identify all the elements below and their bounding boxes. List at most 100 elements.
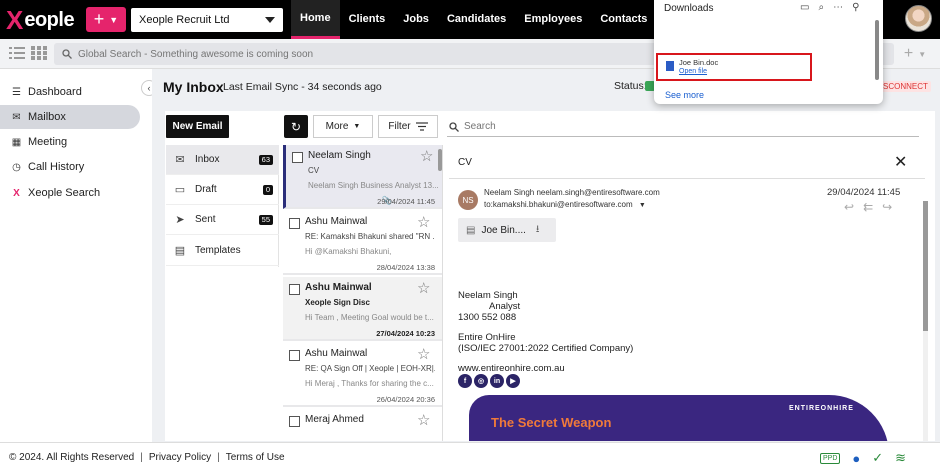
message-from: Ashu Mainwal bbox=[305, 348, 368, 359]
see-more-link[interactable]: See more bbox=[665, 90, 704, 100]
search-icon[interactable]: ⌕ bbox=[818, 2, 824, 13]
caret-down-icon[interactable]: ▼ bbox=[639, 202, 646, 209]
footer-icons: PPD ● ✓ ≋ bbox=[820, 450, 906, 466]
nav-candidates[interactable]: Candidates bbox=[438, 0, 515, 39]
refresh-icon: ↻ bbox=[290, 119, 302, 134]
message-checkbox[interactable] bbox=[289, 416, 300, 427]
forward-icon[interactable]: ↪ bbox=[882, 200, 892, 214]
downloads-scrollbar[interactable] bbox=[875, 20, 879, 80]
message-from: Neelam Singh bbox=[308, 150, 371, 161]
star-icon[interactable]: ☆ bbox=[420, 147, 433, 165]
sidebar-item-dashboard[interactable]: ☰ Dashboard bbox=[0, 80, 140, 104]
list-view-icon[interactable] bbox=[9, 46, 25, 60]
caret-down-icon: ▼ bbox=[353, 123, 361, 130]
chevron-left-icon: ‹ bbox=[147, 83, 151, 93]
refresh-button[interactable]: ↻ bbox=[284, 115, 308, 138]
message-row[interactable]: Ashu Mainwal ☆ RE: QA Sign Off | Xeople … bbox=[283, 343, 442, 407]
signature-company: Entire OnHire bbox=[458, 332, 516, 343]
message-checkbox[interactable] bbox=[289, 284, 300, 295]
folder-templates[interactable]: ▤ Templates bbox=[166, 236, 279, 266]
message-row[interactable]: Neelam Singh ☆ CV Neelam Singh Business … bbox=[283, 145, 442, 209]
message-checkbox[interactable] bbox=[289, 350, 300, 361]
folder-icon[interactable]: ▭ bbox=[800, 2, 809, 13]
sidebar-item-xeople-search[interactable]: X Xeople Search bbox=[0, 181, 140, 205]
facebook-icon[interactable]: f bbox=[458, 374, 472, 388]
ppd-badge[interactable]: PPD bbox=[820, 452, 841, 464]
message-subject: CV bbox=[308, 166, 320, 175]
close-icon[interactable]: ✕ bbox=[894, 152, 907, 172]
message-from: Meraj Ahmed bbox=[305, 414, 364, 425]
sender-avatar: NS bbox=[458, 190, 478, 210]
star-icon[interactable]: ☆ bbox=[417, 345, 430, 363]
sidebar-item-label: Xeople Search bbox=[28, 187, 101, 199]
privacy-link[interactable]: Privacy Policy bbox=[149, 452, 211, 463]
folder-inbox[interactable]: ✉ Inbox 63 bbox=[166, 145, 279, 175]
reply-all-icon[interactable]: ⇇ bbox=[863, 200, 873, 214]
grid-view-icon[interactable] bbox=[31, 46, 47, 60]
filter-button[interactable]: Filter bbox=[378, 115, 438, 138]
message-checkbox[interactable] bbox=[289, 218, 300, 229]
folder-list: ✉ Inbox 63 ▭ Draft 0 ➤ Sent 55 ▤ Templat… bbox=[166, 145, 279, 267]
youtube-icon[interactable]: ▶ bbox=[506, 374, 520, 388]
attachment-chip[interactable]: ▤ Joe Bin.... ⭳ bbox=[458, 218, 556, 242]
wifi-icon[interactable]: ≋ bbox=[895, 450, 906, 466]
add-record-button[interactable]: + ▼ bbox=[895, 44, 935, 64]
download-item[interactable]: Joe Bin.doc Open file bbox=[656, 53, 812, 81]
nav-home[interactable]: Home bbox=[291, 0, 340, 39]
message-date: 26/04/2024 20:36 bbox=[376, 395, 435, 404]
reply-icon[interactable]: ↩ bbox=[844, 200, 854, 214]
send-icon: ➤ bbox=[175, 214, 185, 226]
check-circle-icon[interactable]: ✓ bbox=[872, 450, 883, 466]
search-icon bbox=[62, 49, 72, 59]
star-icon[interactable]: ☆ bbox=[417, 213, 430, 231]
more-icon[interactable]: ⋯ bbox=[833, 2, 843, 13]
nav-jobs[interactable]: Jobs bbox=[394, 0, 438, 39]
email-subject: CV bbox=[458, 157, 472, 168]
sidebar-item-meeting[interactable]: ▦ Meeting bbox=[0, 130, 140, 154]
star-icon[interactable]: ☆ bbox=[417, 411, 430, 429]
new-email-button[interactable]: New Email bbox=[166, 115, 229, 138]
dashboard-icon: ☰ bbox=[12, 86, 21, 98]
sidebar-item-mailbox[interactable]: ✉ Mailbox bbox=[0, 105, 140, 129]
message-preview: Hi @Kamakshi Bhakuni, bbox=[305, 247, 392, 256]
divider: | bbox=[140, 451, 143, 463]
nav-employees[interactable]: Employees bbox=[515, 0, 591, 39]
mail-search[interactable] bbox=[447, 117, 919, 137]
folder-sent[interactable]: ➤ Sent 55 bbox=[166, 205, 279, 235]
user-circle-icon[interactable]: ● bbox=[852, 451, 860, 466]
nav-clients[interactable]: Clients bbox=[340, 0, 395, 39]
folder-label: Templates bbox=[195, 245, 241, 256]
nav-contacts[interactable]: Contacts bbox=[591, 0, 656, 39]
chevron-down-icon bbox=[265, 17, 275, 23]
sidebar-item-call-history[interactable]: ◷ Call History bbox=[0, 155, 140, 179]
terms-link[interactable]: Terms of Use bbox=[226, 452, 285, 463]
mail-search-input[interactable] bbox=[464, 121, 764, 132]
disconnect-button[interactable]: SCONNECT bbox=[880, 81, 931, 92]
more-dropdown[interactable]: More ▼ bbox=[313, 115, 373, 138]
mail-panel: New Email ↻ More ▼ Filter ✉ Inbox 63 ▭ D… bbox=[165, 111, 935, 441]
message-row[interactable]: Ashu Mainwal ☆ Xeople Sign Disc Hi Team … bbox=[283, 277, 442, 341]
search-icon bbox=[449, 121, 459, 132]
company-select[interactable]: Xeople Recruit Ltd bbox=[131, 8, 283, 32]
open-file-link[interactable]: Open file bbox=[679, 68, 707, 75]
instagram-icon[interactable]: ◎ bbox=[474, 374, 488, 388]
message-preview: Hi Meraj , Thanks for sharing the c... bbox=[305, 379, 434, 388]
xeople-logo[interactable]: X eople bbox=[6, 5, 75, 35]
reader-scrollbar[interactable] bbox=[923, 201, 928, 331]
quick-add-button[interactable]: + ▼ bbox=[86, 7, 126, 32]
star-icon[interactable]: ☆ bbox=[417, 279, 430, 297]
pin-icon[interactable]: ⚲ bbox=[852, 2, 859, 13]
message-list-scrollbar[interactable] bbox=[438, 149, 442, 171]
global-search-input[interactable] bbox=[78, 48, 378, 60]
message-row[interactable]: Ashu Mainwal ☆ RE: Kamakshi Bhakuni shar… bbox=[283, 211, 442, 275]
linkedin-icon[interactable]: in bbox=[490, 374, 504, 388]
message-from: Ashu Mainwal bbox=[305, 216, 368, 227]
folder-draft[interactable]: ▭ Draft 0 bbox=[166, 175, 279, 205]
message-checkbox[interactable] bbox=[292, 152, 303, 163]
message-row[interactable]: Meraj Ahmed ☆ bbox=[283, 409, 442, 441]
signature-name: Neelam Singh bbox=[458, 290, 518, 301]
sidebar-item-label: Dashboard bbox=[28, 86, 82, 98]
user-avatar[interactable] bbox=[905, 5, 932, 32]
message-from: Ashu Mainwal bbox=[305, 282, 372, 293]
download-icon[interactable]: ⭳ bbox=[536, 222, 540, 239]
